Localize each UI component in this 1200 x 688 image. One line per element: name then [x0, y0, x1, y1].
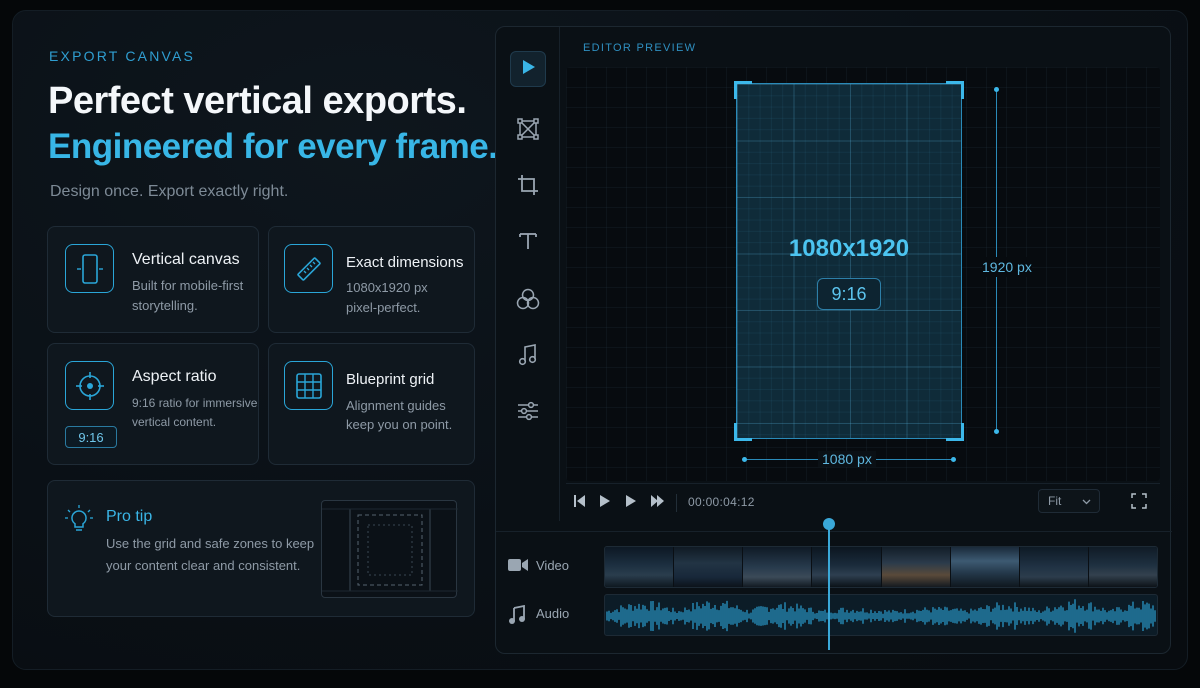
- color-tool-button[interactable]: [510, 283, 546, 319]
- video-thumbnail: [950, 547, 1020, 587]
- fullscreen-icon: [1131, 493, 1147, 514]
- feature-title: Exact dimensions: [346, 254, 464, 271]
- music-note-icon: [508, 604, 526, 630]
- corner-handle-bottom-right[interactable]: [946, 423, 964, 441]
- safe-zone-thumbnail: [321, 500, 458, 598]
- video-track-label: Video: [536, 558, 570, 573]
- headline-line-1: Perfect vertical exports.: [48, 80, 467, 122]
- pro-tip-desc: Use the grid and safe zones to keep your…: [106, 536, 315, 573]
- transform-tool-button[interactable]: [510, 113, 546, 149]
- text-tool-button[interactable]: [510, 225, 546, 261]
- playback-controls: 00:00:04:12 Fit: [566, 483, 1160, 521]
- height-measure-dot-bottom: [994, 429, 999, 434]
- feature-title: Aspect ratio: [132, 368, 217, 385]
- feature-card-exact-dimensions: Exact dimensions 1080x1920 px pixel-perf…: [268, 226, 475, 333]
- video-thumbnail: [881, 547, 951, 587]
- feature-desc-line-1: 9:16 ratio for immersive: [132, 396, 258, 410]
- video-thumbnail: [605, 547, 675, 587]
- feature-title: Vertical canvas: [132, 251, 240, 268]
- play-icon: [519, 58, 537, 81]
- audio-clip[interactable]: [604, 594, 1158, 636]
- skip-back-button[interactable]: [574, 494, 586, 513]
- transform-icon: [517, 117, 539, 145]
- video-thumbnail: [812, 547, 882, 587]
- playhead[interactable]: [828, 522, 830, 650]
- zoom-select-value: Fit: [1048, 494, 1062, 508]
- canvas-dimensions: 1080x1920: [788, 235, 910, 262]
- video-camera-icon: [508, 558, 528, 577]
- corner-handle-top-right[interactable]: [946, 81, 964, 99]
- music-icon: [518, 343, 538, 371]
- video-thumbnail: [1019, 547, 1089, 587]
- subtitle: Design once. Export exactly right.: [50, 183, 289, 200]
- phone-icon: [65, 244, 114, 293]
- chevron-down-icon: [1082, 490, 1091, 512]
- ratio-badge: 9:16: [65, 426, 117, 448]
- height-measure-dot-top: [994, 87, 999, 92]
- feature-desc-line-1: Built for mobile-first: [132, 278, 244, 293]
- video-thumbnail: [743, 547, 813, 587]
- headline-line-2: Engineered for every frame.: [48, 127, 498, 166]
- pro-tip-title: Pro tip: [106, 508, 153, 525]
- feature-desc-line-2: storytelling.: [132, 298, 198, 313]
- video-thumbnail: [674, 547, 744, 587]
- eyebrow-label: EXPORT CANVAS: [49, 48, 196, 64]
- crop-icon: [517, 174, 539, 201]
- text-icon: [518, 231, 538, 256]
- controls-divider: [676, 494, 677, 512]
- ruler-icon: [284, 244, 333, 293]
- crosshair-icon: [65, 361, 114, 410]
- corner-handle-bottom-left[interactable]: [734, 423, 752, 441]
- fast-forward-icon: [651, 494, 665, 513]
- width-measure-dot-left: [742, 457, 747, 462]
- fullscreen-button[interactable]: [1131, 493, 1147, 514]
- vertical-canvas[interactable]: 1080x1920 9:16: [734, 81, 964, 441]
- audio-waveform: [606, 599, 1156, 633]
- step-forward-icon: [625, 494, 637, 513]
- feature-desc-line-2: pixel-perfect.: [346, 300, 421, 315]
- width-label: 1080 px: [818, 451, 876, 467]
- feature-card-blueprint-grid: Blueprint grid Alignment guides keep you…: [268, 343, 475, 465]
- audio-track-label: Audio: [536, 606, 570, 621]
- play-icon: [599, 494, 611, 513]
- timecode: 00:00:04:12: [688, 495, 755, 509]
- video-clip[interactable]: [604, 546, 1158, 588]
- feature-desc-line-1: 1080x1920 px: [346, 280, 428, 295]
- grid-icon: [284, 361, 333, 410]
- music-tool-button[interactable]: [510, 339, 546, 375]
- tool-sidebar: [496, 27, 560, 521]
- video-thumbnail: [1088, 547, 1157, 587]
- pro-tip-card: Pro tip Use the grid and safe zones to k…: [47, 480, 475, 617]
- play-tool-button[interactable]: [510, 51, 546, 87]
- lightbulb-icon: [65, 505, 93, 540]
- crop-tool-button[interactable]: [510, 169, 546, 205]
- feature-desc-line-1: Alignment guides: [346, 398, 446, 413]
- zoom-select[interactable]: Fit: [1038, 489, 1100, 513]
- corner-handle-top-left[interactable]: [734, 81, 752, 99]
- color-icon: [516, 288, 540, 315]
- editor-preview-label: EDITOR PREVIEW: [583, 42, 697, 54]
- height-label: 1920 px: [982, 257, 1032, 277]
- adjust-tool-button[interactable]: [510, 395, 546, 431]
- feature-card-aspect-ratio: Aspect ratio 9:16 ratio for immersive ve…: [47, 343, 259, 465]
- play-button[interactable]: [599, 494, 611, 513]
- canvas-ratio-badge: 9:16: [817, 278, 881, 310]
- fast-forward-button[interactable]: [651, 494, 665, 513]
- feature-desc-line-2: keep you on point.: [346, 417, 453, 432]
- feature-card-vertical-canvas: Vertical canvas Built for mobile-first s…: [47, 226, 259, 333]
- adjust-icon: [517, 400, 539, 427]
- timeline: Video Audio: [496, 518, 1172, 655]
- feature-desc-line-2: vertical content.: [132, 415, 217, 429]
- skip-back-icon: [574, 494, 586, 513]
- width-measure-dot-right: [951, 457, 956, 462]
- playhead-handle[interactable]: [823, 518, 835, 530]
- feature-title: Blueprint grid: [346, 371, 435, 388]
- step-forward-button[interactable]: [625, 494, 637, 513]
- editor-panel: EDITOR PREVIEW 1080x1920 9:16 1920 px 10…: [495, 26, 1172, 655]
